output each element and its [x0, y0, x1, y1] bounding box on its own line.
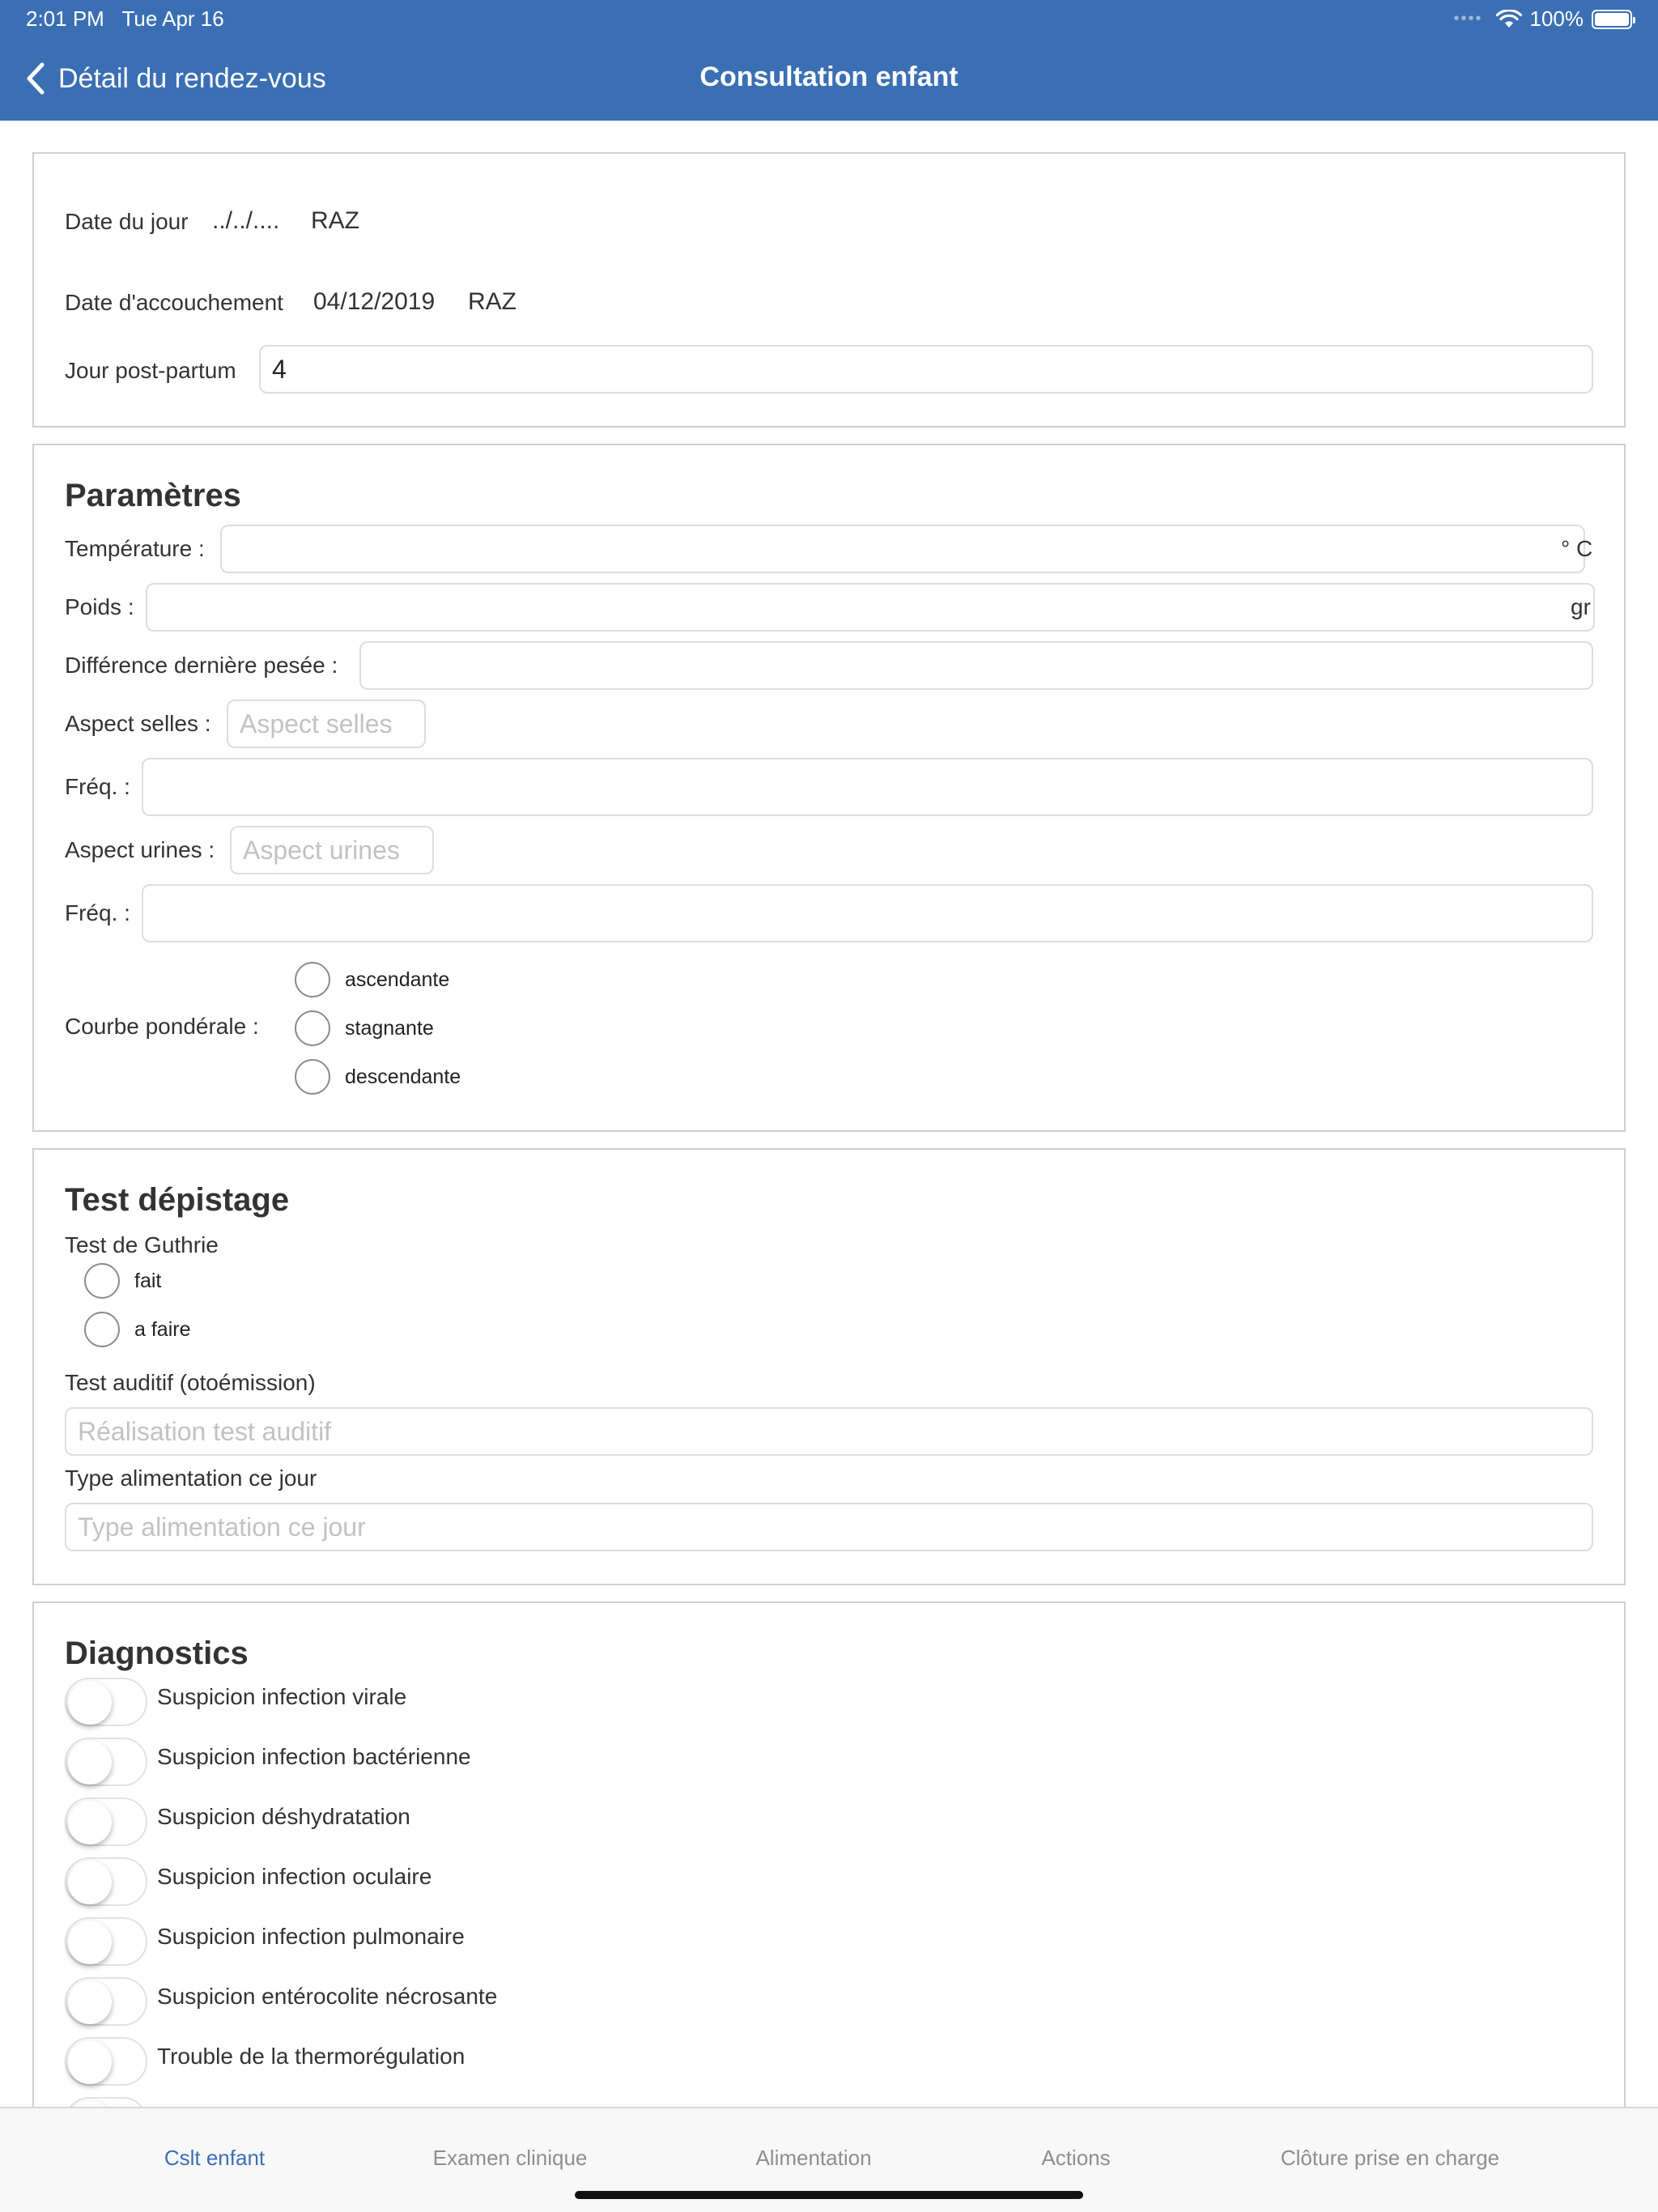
poids-label: Poids : [65, 594, 134, 619]
aspect-selles-label: Aspect selles : [65, 711, 211, 736]
raz-date-du-jour-button[interactable]: RAZ [311, 207, 359, 235]
toggle-label: Suspicion infection oculaire [157, 1864, 432, 1889]
poids-unit: gr [1571, 594, 1591, 619]
radio-label: stagnante [345, 1016, 434, 1040]
diagnostic-row-infection-pulmonaire: Suspicion infection pulmonaire [65, 1917, 465, 1966]
navigation-bar: Détail du rendez-vous Consultation enfan… [0, 37, 1658, 121]
dates-card: Date du jour ../../.... RAZ Date d'accou… [32, 152, 1626, 428]
status-bar: 2:01 PM Tue Apr 16 •••• 100% [0, 0, 1658, 37]
post-partum-label: Jour post-partum [65, 358, 236, 383]
radio-label: a faire [134, 1317, 191, 1341]
radio-descendante[interactable]: descendante [295, 1059, 461, 1095]
date-du-jour-label: Date du jour [65, 209, 189, 234]
radio-circle[interactable] [295, 962, 330, 998]
tab-actions[interactable]: Actions [1041, 2146, 1110, 2171]
freq-selles-label: Fréq. : [65, 774, 130, 799]
toggle-label: Suspicion entérocolite nécrosante [157, 1984, 498, 2009]
toggle-label: Suspicion déshydratation [157, 1804, 410, 1829]
radio-label: descendante [345, 1065, 461, 1088]
status-time-date: 2:01 PM Tue Apr 16 [26, 6, 224, 32]
freq-urines-label: Fréq. : [65, 900, 130, 925]
radio-guthrie-a-faire[interactable]: a faire [84, 1312, 190, 1347]
diagnostic-row-partial [65, 2097, 147, 2107]
radio-guthrie-fait[interactable]: fait [84, 1263, 161, 1299]
aspect-selles-input[interactable] [227, 700, 426, 748]
diagnostic-row-infection-virale: Suspicion infection virale [65, 1678, 406, 1726]
type-alimentation-label: Type alimentation ce jour [65, 1465, 317, 1491]
difference-pesee-input[interactable] [359, 641, 1593, 690]
courbe-ponderale-label: Courbe pondérale : [65, 1014, 259, 1039]
wifi-icon [1495, 9, 1522, 28]
parametres-card: Paramètres Température : ° C Poids : gr … [32, 444, 1626, 1132]
aspect-urines-input[interactable] [230, 826, 434, 874]
back-button-label: Détail du rendez-vous [58, 62, 326, 94]
test-auditif-label: Test auditif (otoémission) [65, 1370, 316, 1395]
toggle-label: Suspicion infection bactérienne [157, 1744, 471, 1769]
status-time: 2:01 PM [26, 6, 104, 31]
radio-label: fait [134, 1269, 162, 1292]
difference-pesee-label: Différence dernière pesée : [65, 653, 338, 678]
radio-circle[interactable] [295, 1059, 330, 1095]
tab-bar: Cslt enfant Examen clinique Alimentation… [0, 2107, 1658, 2212]
infection-virale-toggle[interactable] [65, 1678, 147, 1726]
thermoregulation-toggle[interactable] [65, 2037, 147, 2086]
toggle-label: Trouble de la thermorégulation [157, 2044, 466, 2069]
parametres-section-title: Paramètres [65, 478, 241, 513]
aspect-urines-label: Aspect urines : [65, 837, 215, 862]
diagnostic-row-deshydratation: Suspicion déshydratation [65, 1797, 410, 1846]
diagnostic-toggle[interactable] [65, 2097, 147, 2107]
radio-ascendante[interactable]: ascendante [295, 962, 449, 998]
test-auditif-input[interactable] [65, 1407, 1593, 1456]
cellular-signal-icon: •••• [1453, 10, 1483, 28]
infection-pulmonaire-toggle[interactable] [65, 1917, 147, 1966]
battery-icon [1592, 9, 1635, 29]
diagnostic-row-thermoregulation: Trouble de la thermorégulation [65, 2037, 465, 2086]
battery-percent: 100% [1529, 6, 1584, 31]
date-du-jour-value[interactable]: ../../.... [212, 207, 279, 235]
radio-label: ascendante [345, 968, 450, 991]
temperature-unit: ° C [1561, 536, 1593, 561]
date-accouchement-label: Date d'accouchement [65, 290, 283, 315]
deshydratation-toggle[interactable] [65, 1797, 147, 1846]
home-indicator[interactable] [575, 2191, 1083, 2199]
tab-alimentation[interactable]: Alimentation [755, 2146, 871, 2171]
guthrie-label: Test de Guthrie [65, 1232, 219, 1257]
radio-circle[interactable] [84, 1263, 120, 1299]
infection-oculaire-toggle[interactable] [65, 1857, 147, 1906]
radio-circle[interactable] [84, 1312, 120, 1347]
raz-date-accouchement-button[interactable]: RAZ [468, 288, 517, 316]
depistage-section-title: Test dépistage [65, 1182, 290, 1218]
tab-cslt-enfant[interactable]: Cslt enfant [164, 2146, 265, 2171]
temperature-label: Température : [65, 536, 205, 561]
enterocolite-toggle[interactable] [65, 1977, 147, 2026]
poids-input[interactable] [146, 583, 1595, 632]
infection-bacterienne-toggle[interactable] [65, 1738, 147, 1786]
diagnostic-row-infection-oculaire: Suspicion infection oculaire [65, 1857, 432, 1906]
freq-urines-input[interactable] [142, 884, 1593, 942]
toggle-label: Suspicion infection virale [157, 1684, 407, 1709]
freq-selles-input[interactable] [142, 758, 1593, 816]
radio-circle[interactable] [295, 1010, 330, 1046]
back-button[interactable]: Détail du rendez-vous [18, 58, 326, 99]
radio-stagnante[interactable]: stagnante [295, 1010, 434, 1046]
tab-cloture-prise-en-charge[interactable]: Clôture prise en charge [1281, 2146, 1499, 2171]
status-date: Tue Apr 16 [121, 6, 224, 31]
tab-examen-clinique[interactable]: Examen clinique [433, 2146, 588, 2171]
toggle-label: Suspicion infection pulmonaire [157, 1924, 465, 1949]
temperature-input[interactable] [220, 525, 1585, 573]
date-accouchement-value[interactable]: 04/12/2019 [313, 288, 435, 316]
status-indicators: •••• 100% [1453, 6, 1635, 32]
type-alimentation-input[interactable] [65, 1503, 1593, 1551]
form-scroll-view[interactable]: Date du jour ../../.... RAZ Date d'accou… [0, 121, 1658, 2107]
diagnostic-row-infection-bacterienne: Suspicion infection bactérienne [65, 1738, 471, 1786]
diagnostics-card: Diagnostics Suspicion infection virale S… [32, 1602, 1626, 2107]
diagnostics-section-title: Diagnostics [65, 1636, 249, 1671]
chevron-left-icon [27, 62, 45, 95]
depistage-card: Test dépistage Test de Guthrie fait a fa… [32, 1148, 1626, 1585]
diagnostic-row-enterocolite: Suspicion entérocolite nécrosante [65, 1977, 497, 2026]
post-partum-input[interactable] [259, 345, 1593, 393]
